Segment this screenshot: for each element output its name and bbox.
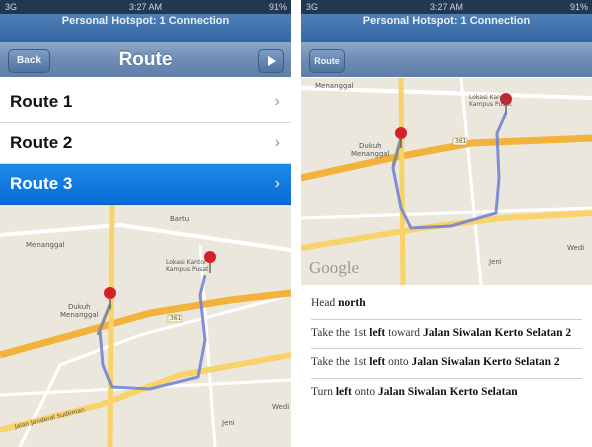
map-label-dukuh: Dukuh Menanggal bbox=[351, 142, 390, 158]
map-label-lower-right: Wedi bbox=[567, 244, 585, 252]
map-road-badge: 361 bbox=[170, 315, 182, 322]
map-label-destination: Lokasi Kantor Kampus Pusat bbox=[166, 259, 209, 273]
route-row-2[interactable]: Route 2 › bbox=[0, 123, 291, 164]
status-bar: 3G 3:27 AM 91% bbox=[301, 0, 592, 14]
left-phone-screen: 3G 3:27 AM 91% Personal Hotspot: 1 Conne… bbox=[0, 0, 291, 447]
right-phone-screen: 3G 3:27 AM 91% Personal Hotspot: 1 Conne… bbox=[301, 0, 592, 447]
chevron-right-icon: › bbox=[274, 134, 280, 151]
google-logo: Google bbox=[309, 258, 360, 277]
direction-step: Turn left onto Jalan Siwalan Kerto Selat… bbox=[311, 386, 518, 399]
map-road-badge: 361 bbox=[455, 138, 467, 145]
play-icon[interactable] bbox=[258, 49, 284, 73]
hotspot-banner[interactable]: Personal Hotspot: 1 Connection bbox=[0, 14, 291, 42]
route-map[interactable]: Menanggal Dukuh Menanggal Lokasi Kantor … bbox=[301, 78, 592, 285]
direction-step: Take the 1st left toward Jalan Siwalan K… bbox=[311, 320, 582, 350]
status-time: 3:27 AM bbox=[128, 2, 163, 12]
map-label-area-top: Menanggal bbox=[315, 82, 354, 90]
battery-indicator: 91% bbox=[268, 2, 287, 12]
route-back-button[interactable]: Route bbox=[309, 49, 345, 73]
map-label-area-left: Menanggal bbox=[26, 241, 65, 249]
route-map[interactable]: Bartu Menanggal Dukuh Menanggal Lokasi K… bbox=[0, 205, 291, 447]
chevron-right-icon: › bbox=[274, 175, 280, 192]
route-row-1[interactable]: Route 1 › bbox=[0, 82, 291, 123]
map-label-lower: Jeni bbox=[489, 258, 502, 266]
direction-step: Take the 1st left onto Jalan Siwalan Ker… bbox=[311, 349, 582, 380]
route-label: Route 1 bbox=[10, 92, 73, 111]
map-label-lower: Jeni bbox=[222, 419, 235, 427]
map-label-lower-right: Wedi bbox=[272, 403, 290, 411]
route-list: Route 1 › Route 2 › Route 3 › bbox=[0, 82, 291, 205]
status-time: 3:27 AM bbox=[429, 2, 464, 12]
chevron-right-icon: › bbox=[274, 93, 280, 110]
directions-list: Head north Take the 1st left toward Jala… bbox=[311, 290, 582, 408]
map-label-destination: Lokasi Kantor Kampus Pusat bbox=[469, 94, 512, 108]
status-bar: 3G 3:27 AM 91% bbox=[0, 0, 291, 14]
map-label-area-top: Bartu bbox=[170, 215, 190, 223]
route-label: Route 2 bbox=[10, 133, 73, 152]
back-button[interactable]: Back bbox=[8, 49, 50, 73]
route-label: Route 3 bbox=[10, 174, 73, 193]
map-graphic bbox=[301, 78, 592, 285]
route-row-3[interactable]: Route 3 › bbox=[0, 164, 291, 205]
hotspot-banner[interactable]: Personal Hotspot: 1 Connection bbox=[301, 14, 592, 42]
navigation-bar: Route Back bbox=[0, 42, 291, 77]
direction-step: Head north bbox=[311, 290, 582, 320]
navigation-bar: Route bbox=[301, 42, 592, 77]
map-label-dukuh: Dukuh Menanggal bbox=[60, 303, 99, 319]
battery-indicator: 91% bbox=[569, 2, 588, 12]
